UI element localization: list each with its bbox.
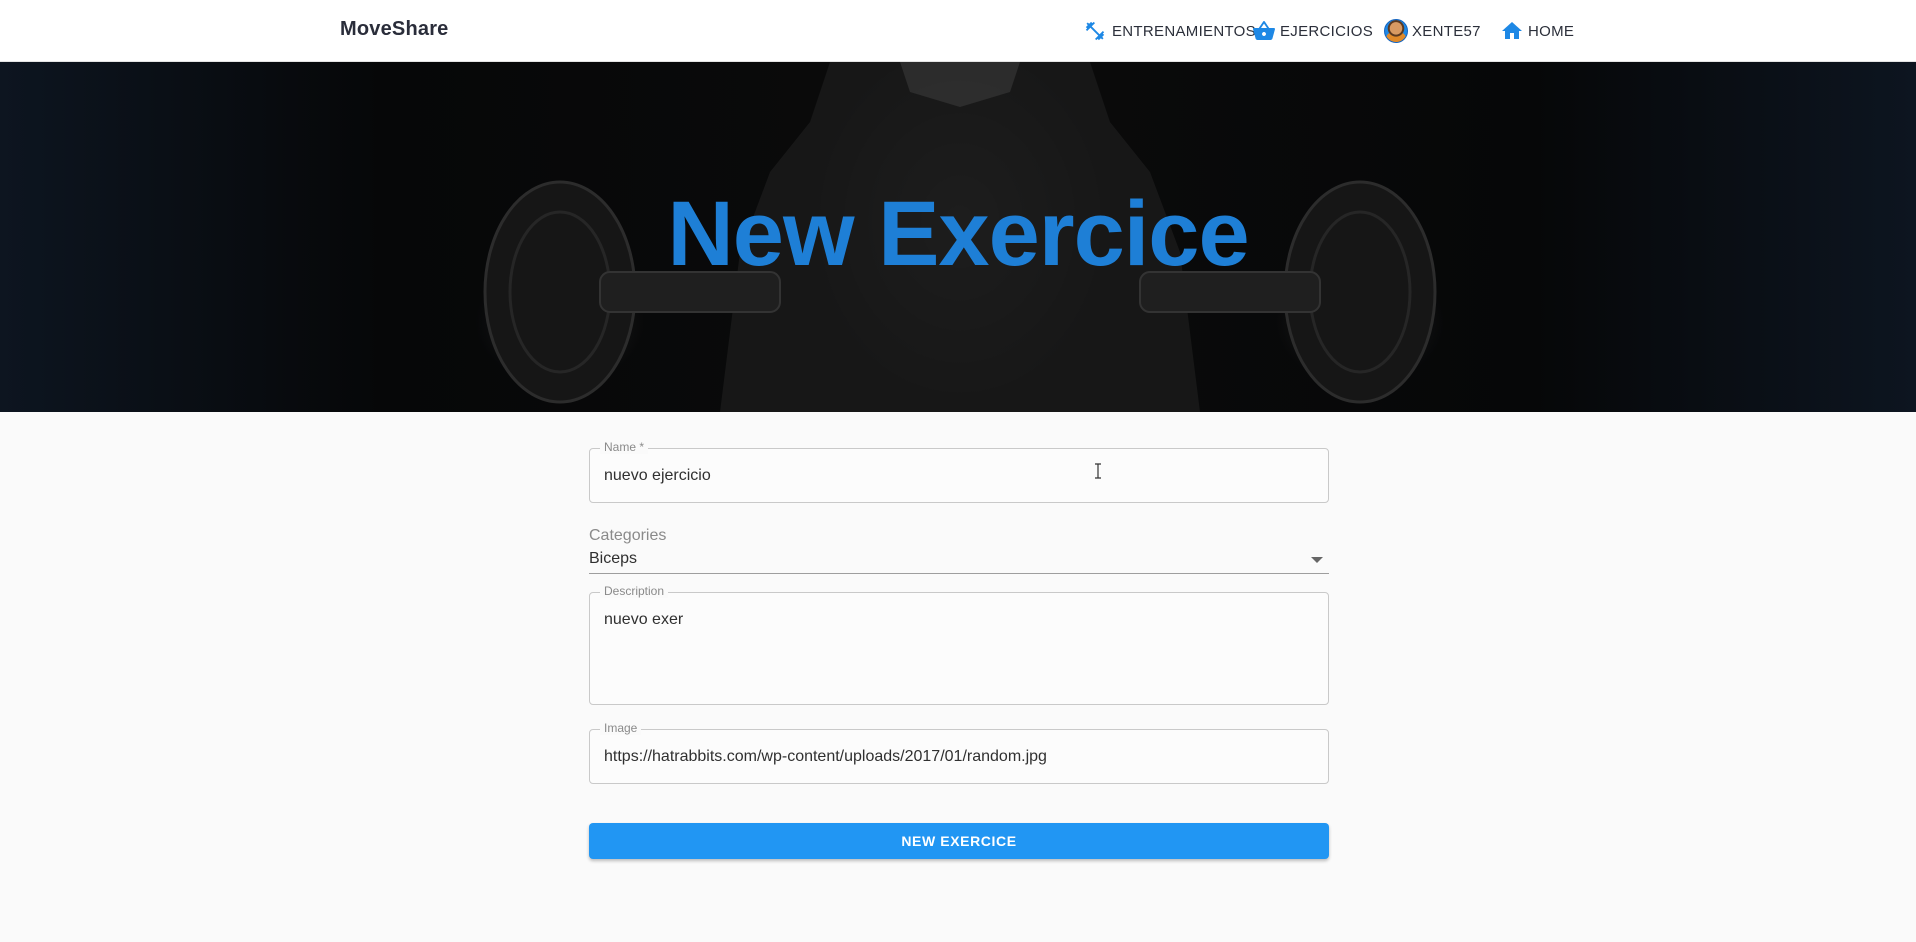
page-title: New Exercice [667, 183, 1249, 285]
nav-label: ENTRENAMIENTOS [1112, 22, 1256, 40]
avatar [1384, 18, 1410, 44]
nav-label: HOME [1528, 22, 1575, 40]
nav-item-ejercicios[interactable]: EJERCICIOS [1252, 18, 1373, 44]
home-icon [1500, 18, 1526, 44]
dumbbell-icon [1084, 18, 1110, 44]
description-field-label: Description [600, 584, 669, 598]
description-field[interactable]: Description nuevo exer [589, 584, 1329, 705]
image-field[interactable]: Image https://hatrabbits.com/wp-content/… [589, 721, 1329, 784]
basket-icon [1252, 18, 1278, 44]
brand-logo[interactable]: MoveShare [340, 18, 449, 41]
nav-label: EJERCICIOS [1280, 22, 1374, 40]
text-cursor-icon [1095, 463, 1101, 479]
top-app-bar: MoveShare ENTRENAMIENTOS EJERCICIOS XENT… [0, 0, 1916, 62]
nav-item-home[interactable]: HOME [1500, 18, 1574, 44]
categories-select[interactable]: Biceps [589, 548, 1329, 574]
name-field-label: Name * [600, 440, 649, 454]
image-field-label: Image [600, 721, 642, 735]
categories-label: Categories [589, 527, 667, 544]
chevron-down-icon [1311, 557, 1323, 563]
hero-banner: New Exercice [0, 62, 1916, 412]
categories-selected-value: Biceps [589, 550, 638, 567]
description-textarea[interactable]: nuevo exer [604, 611, 1304, 629]
image-url-input[interactable]: https://hatrabbits.com/wp-content/upload… [604, 748, 1304, 766]
new-exercise-button[interactable]: NEW EXERCICE [589, 823, 1329, 859]
name-field[interactable]: Name * nuevo ejercicio [589, 440, 1329, 503]
name-input[interactable]: nuevo ejercicio [604, 467, 1304, 485]
nav-item-entrenamientos[interactable]: ENTRENAMIENTOS [1084, 18, 1256, 44]
nav-item-profile[interactable]: XENTE57 [1384, 18, 1481, 44]
nav-label: XENTE57 [1412, 22, 1481, 40]
